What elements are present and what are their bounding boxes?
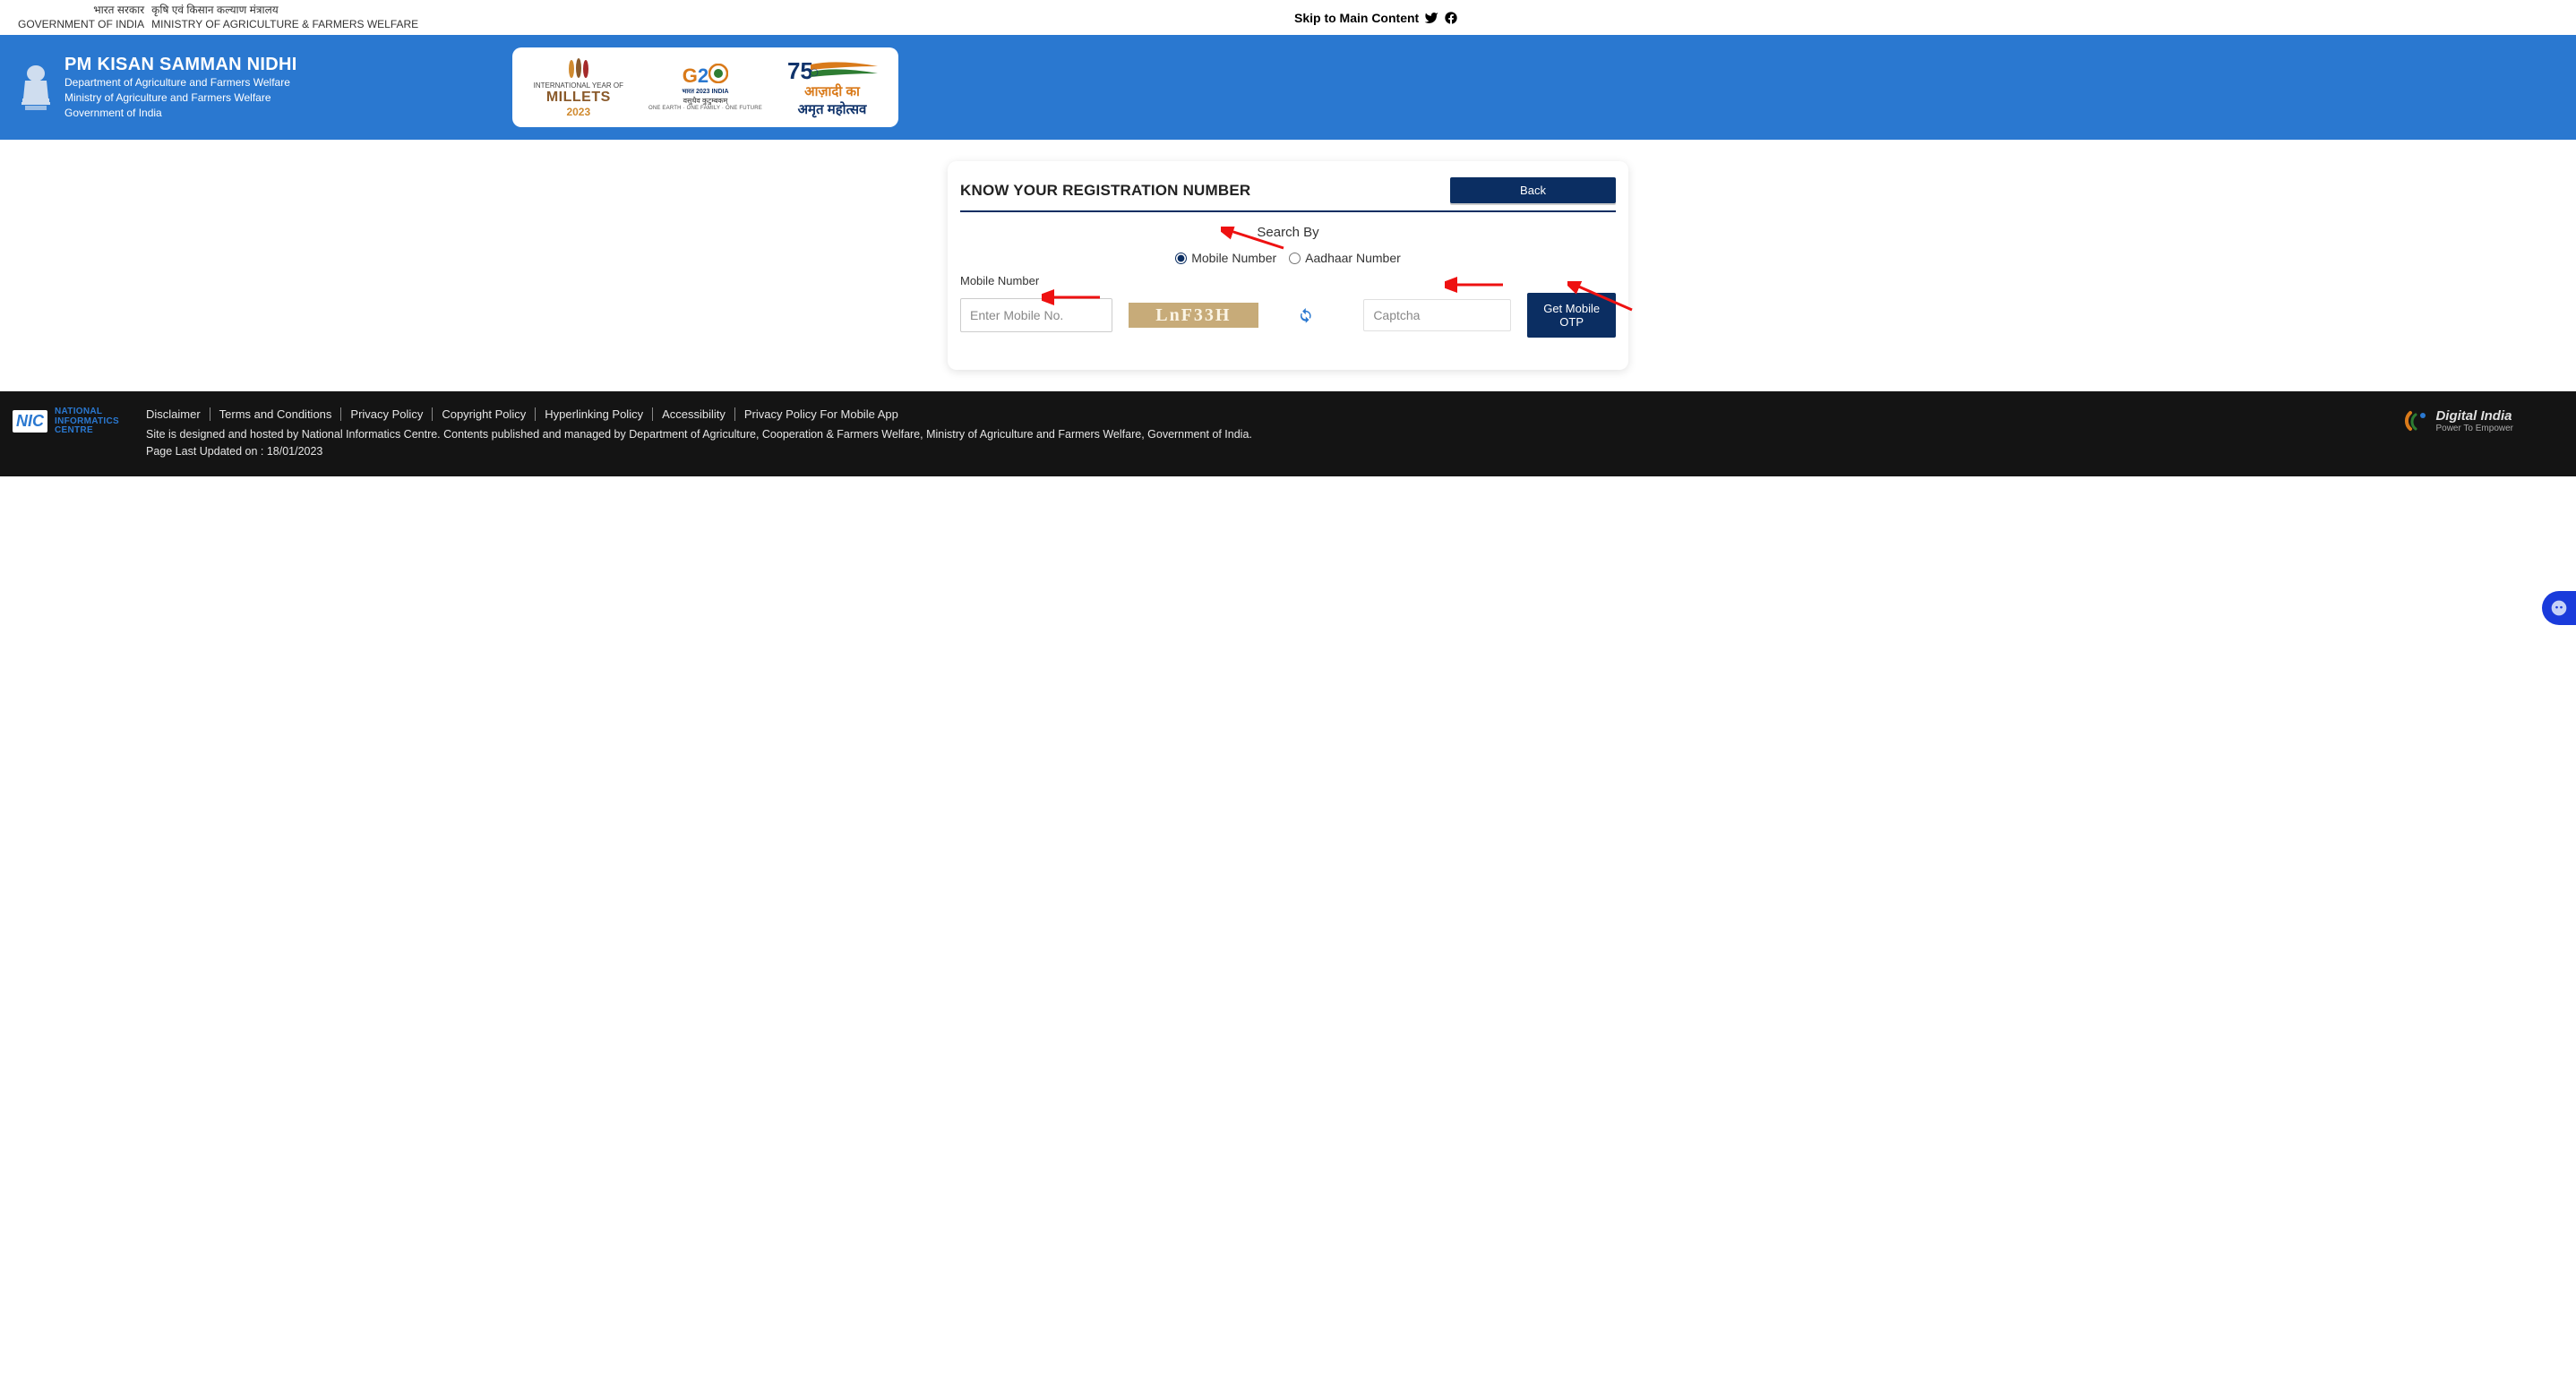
radio-mobile[interactable] (1175, 253, 1187, 264)
card-title: KNOW YOUR REGISTRATION NUMBER (960, 182, 1250, 200)
azadi-number: 75 (787, 57, 813, 85)
registration-card: KNOW YOUR REGISTRATION NUMBER Back Searc… (948, 161, 1628, 370)
gov-label-col: भारत सरकार GOVERNMENT OF INDIA (18, 4, 144, 31)
nic-line-3: CENTRE (55, 426, 119, 436)
footer-link-accessibility[interactable]: Accessibility (653, 407, 735, 421)
ministry-english: MINISTRY OF AGRICULTURE & FARMERS WELFAR… (151, 18, 418, 32)
captcha-input[interactable] (1363, 299, 1511, 331)
footer-link-privacy[interactable]: Privacy Policy (341, 407, 433, 421)
top-bar-left: भारत सरकार GOVERNMENT OF INDIA कृषि एवं … (18, 4, 418, 31)
millets-overline: INTERNATIONAL YEAR OF (534, 81, 623, 90)
radio-aadhaar[interactable] (1289, 253, 1301, 264)
site-subtitle-1: Department of Agriculture and Farmers We… (64, 75, 297, 90)
footer-links: Disclaimer Terms and Conditions Privacy … (146, 407, 2376, 421)
chat-icon (2550, 599, 2568, 617)
radio-mobile-text: Mobile Number (1191, 251, 1276, 265)
azadi-line-2: अमृत महोत्सव (798, 100, 867, 118)
digital-india-icon (2403, 407, 2430, 434)
twitter-icon[interactable] (1424, 11, 1438, 25)
gov-hindi: भारत सरकार (93, 4, 144, 18)
top-bar-center: Skip to Main Content (418, 11, 2334, 25)
millets-icon (561, 56, 597, 80)
g20-text: G2 (683, 64, 728, 88)
site-subtitle-3: Government of India (64, 106, 297, 121)
gov-english: GOVERNMENT OF INDIA (18, 18, 144, 32)
captcha-image: LnF33H (1129, 303, 1258, 328)
site-title: PM KISAN SAMMAN NIDHI (64, 55, 297, 75)
g20-logo: G2 भारत 2023 INDIA वसुधैव कुटुम्बकम् ONE… (648, 64, 762, 111)
millets-year: 2023 (566, 106, 590, 118)
footer-link-disclaimer[interactable]: Disclaimer (146, 407, 210, 421)
card-header: KNOW YOUR REGISTRATION NUMBER Back (960, 177, 1616, 212)
site-header-left: PM KISAN SAMMAN NIDHI Department of Agri… (18, 55, 297, 120)
g20-tagline-1: भारत 2023 INDIA (682, 88, 728, 96)
facebook-icon[interactable] (1444, 11, 1458, 25)
back-button[interactable]: Back (1450, 177, 1616, 203)
form-row: LnF33H Get Mobile OTP (960, 293, 1616, 338)
search-by-label: Search By (960, 225, 1616, 240)
millets-logo: INTERNATIONAL YEAR OF MILLETS 2023 (534, 56, 623, 118)
search-by-radios: Mobile Number Aadhaar Number (960, 251, 1616, 265)
footer-link-copyright[interactable]: Copyright Policy (433, 407, 536, 421)
footer-link-hyperlinking[interactable]: Hyperlinking Policy (536, 407, 653, 421)
azadi-logo: 75 आज़ादी का अमृत महोत्सव (787, 57, 877, 118)
skip-to-content-link[interactable]: Skip to Main Content (1294, 11, 1419, 25)
mobile-number-input[interactable] (960, 298, 1112, 332)
footer-digital-india: Digital India Power To Empower (2403, 407, 2567, 434)
footer-nic-logo: NIC NATIONAL INFORMATICS CENTRE (9, 407, 119, 436)
millets-title: MILLETS (546, 90, 611, 106)
footer-mid: Disclaimer Terms and Conditions Privacy … (146, 407, 2376, 460)
azadi-line-1: आज़ादी का (804, 82, 860, 100)
site-subtitle-2: Ministry of Agriculture and Farmers Welf… (64, 90, 297, 106)
radio-aadhaar-label[interactable]: Aadhaar Number (1289, 251, 1401, 265)
footer-body-text: Site is designed and hosted by National … (146, 426, 2376, 443)
radio-aadhaar-text: Aadhaar Number (1305, 251, 1401, 265)
footer-link-mobile-privacy[interactable]: Privacy Policy For Mobile App (735, 407, 907, 421)
mobile-number-label: Mobile Number (960, 274, 1616, 287)
site-header: PM KISAN SAMMAN NIDHI Department of Agri… (0, 35, 2576, 140)
ministry-label-col: कृषि एवं किसान कल्याण मंत्रालय MINISTRY … (151, 4, 418, 31)
main-content: KNOW YOUR REGISTRATION NUMBER Back Searc… (0, 140, 2576, 391)
footer-link-terms[interactable]: Terms and Conditions (210, 407, 342, 421)
get-otp-button[interactable]: Get Mobile OTP (1527, 293, 1616, 338)
site-title-block: PM KISAN SAMMAN NIDHI Department of Agri… (64, 55, 297, 120)
nic-icon: NIC (13, 410, 47, 433)
digital-india-text: Digital India Power To Empower (2435, 408, 2513, 433)
g20-tagline-2: वसुधैव कुटुम्बकम् (683, 96, 728, 106)
g20-tagline-3: ONE EARTH · ONE FAMILY · ONE FUTURE (648, 106, 762, 111)
azadi-flag-icon (811, 61, 882, 84)
top-bar: भारत सरकार GOVERNMENT OF INDIA कृषि एवं … (0, 0, 2576, 35)
radio-mobile-label[interactable]: Mobile Number (1175, 251, 1276, 265)
site-footer: NIC NATIONAL INFORMATICS CENTRE Disclaim… (0, 391, 2576, 476)
nic-text: NATIONAL INFORMATICS CENTRE (55, 407, 119, 436)
chat-widget-button[interactable] (2542, 591, 2576, 625)
digital-india-tagline: Power To Empower (2435, 424, 2513, 433)
campaign-banner: INTERNATIONAL YEAR OF MILLETS 2023 G2 भा… (512, 47, 898, 127)
ministry-hindi: कृषि एवं किसान कल्याण मंत्रालय (151, 4, 279, 18)
refresh-captcha-icon[interactable] (1298, 306, 1314, 324)
govt-emblem-icon (18, 63, 54, 112)
footer-last-updated: Page Last Updated on : 18/01/2023 (146, 443, 2376, 460)
digital-india-title: Digital India (2435, 408, 2513, 424)
